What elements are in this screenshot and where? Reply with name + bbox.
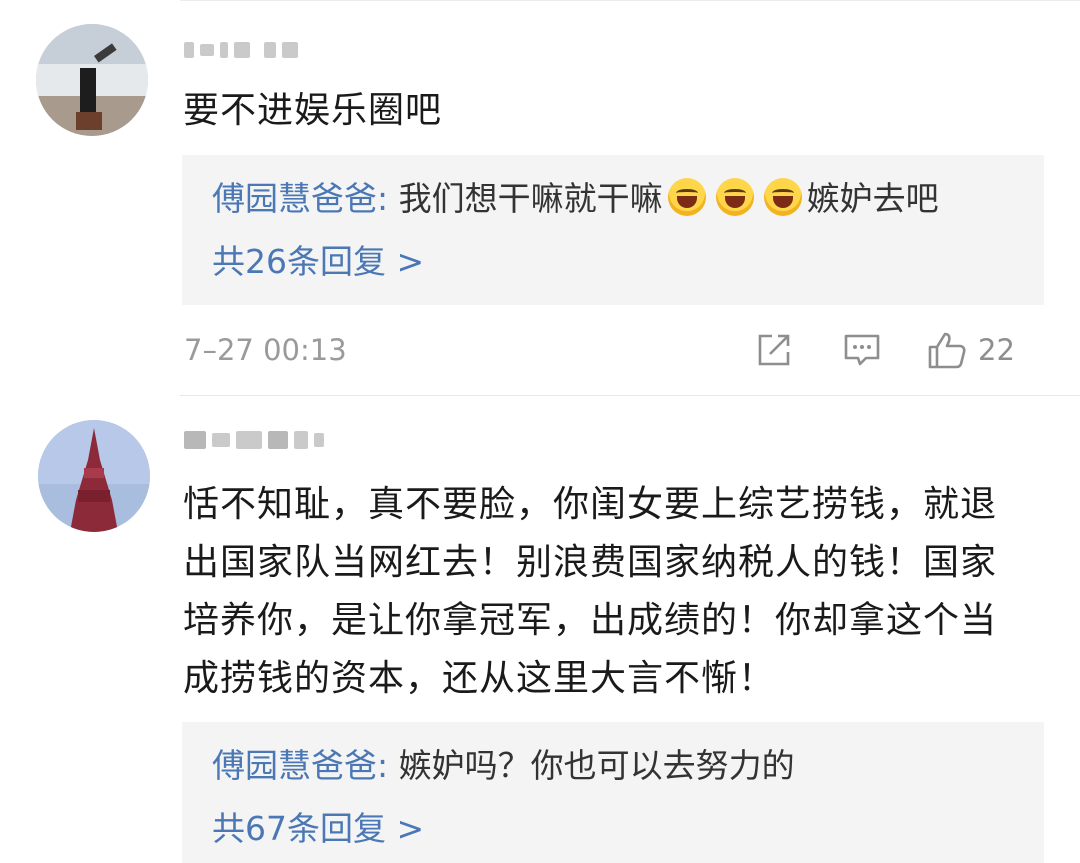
comment-actions: 22 [726, 328, 1046, 372]
timestamp: 7–27 00:13 [184, 333, 347, 367]
comment-icon [842, 330, 882, 370]
username-blurred[interactable] [184, 428, 324, 452]
blurred-name-part [282, 42, 298, 58]
blurred-name-part [220, 42, 228, 58]
blurred-name-part [212, 433, 230, 447]
blurred-name-part [264, 42, 276, 58]
blurred-name-part [314, 433, 324, 447]
avatar-image [36, 24, 148, 136]
blurred-name-part [236, 431, 262, 449]
reply-line: 傅园慧爸爸: 嫉妒吗？你也可以去努力的 [212, 744, 795, 788]
blurred-name-part [200, 44, 214, 56]
reply-author[interactable]: 傅园慧爸爸: [212, 746, 388, 785]
comment-meta: 7–27 00:13 22 [184, 328, 1046, 372]
reply-count-link[interactable]: 共26条回复 > [212, 240, 424, 284]
thumbs-up-icon [926, 329, 968, 371]
comment-1: 要不进娱乐圈吧 傅园慧爸爸: 我们想干嘛就干嘛 嫉妒去吧 共26条回复 > 7–2… [0, 0, 1080, 395]
avatar[interactable] [38, 420, 150, 532]
like-count: 22 [978, 333, 1015, 367]
comment-body-line: 培养你，是让你拿冠军，出成绩的！你却拿这个当 [183, 600, 998, 641]
blurred-name-part [294, 431, 308, 449]
comment-body-line: 成捞钱的资本，还从这里大言不惭！ [183, 658, 776, 699]
avatar[interactable] [36, 24, 148, 136]
reply-text: 我们想干嘛就干嘛 [398, 179, 663, 218]
comment-body: 要不进娱乐圈吧 [183, 90, 443, 131]
blurred-name-part [268, 431, 288, 449]
share-icon [754, 330, 794, 370]
like-button[interactable]: 22 [926, 328, 1015, 372]
reply-count-link[interactable]: 共67条回复 > [212, 807, 424, 851]
comment-body: 恬不知耻，真不要脸，你闺女要上综艺捞钱，就退 出国家队当网红去！别浪费国家纳税人… [183, 476, 1046, 708]
share-button[interactable] [754, 328, 794, 372]
laughing-face-emoji [667, 178, 706, 216]
username-blurred[interactable] [184, 38, 298, 62]
laughing-face-emoji [763, 178, 802, 216]
comment-button[interactable] [842, 328, 882, 372]
avatar-image [38, 420, 150, 532]
reply-preview[interactable]: 傅园慧爸爸: 我们想干嘛就干嘛 嫉妒去吧 共26条回复 > [182, 155, 1044, 305]
comment-body-line: 恬不知耻，真不要脸，你闺女要上综艺捞钱，就退 [183, 484, 998, 525]
blurred-name-part [234, 42, 250, 58]
reply-line: 傅园慧爸爸: 我们想干嘛就干嘛 嫉妒去吧 [212, 177, 939, 221]
comment-2: 恬不知耻，真不要脸，你闺女要上综艺捞钱，就退 出国家队当网红去！别浪费国家纳税人… [0, 396, 1080, 863]
reply-text: 嫉妒吗？你也可以去努力的 [398, 746, 795, 785]
reply-preview[interactable]: 傅园慧爸爸: 嫉妒吗？你也可以去努力的 共67条回复 > [182, 722, 1044, 863]
laughing-face-emoji [715, 178, 754, 216]
reply-author[interactable]: 傅园慧爸爸: [212, 179, 388, 218]
comment-body-line: 出国家队当网红去！别浪费国家纳税人的钱！国家 [183, 542, 998, 583]
blurred-name-part [184, 42, 194, 58]
reply-text-after: 嫉妒去吧 [806, 179, 939, 218]
blurred-name-part [184, 431, 206, 449]
